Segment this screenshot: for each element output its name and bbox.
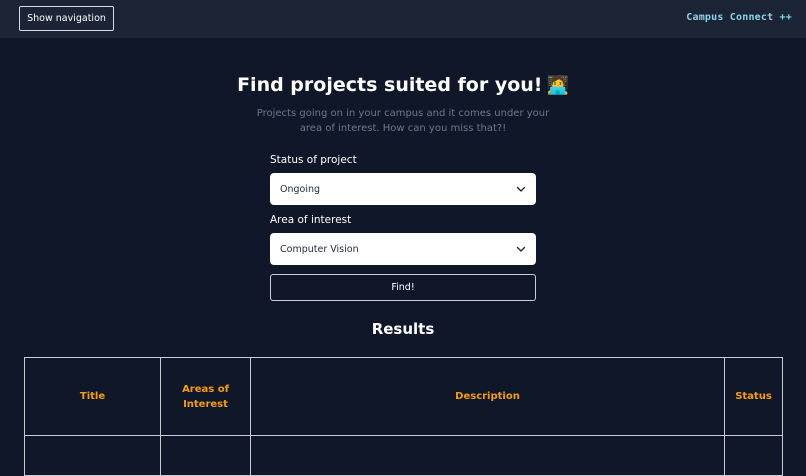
chevron-down-icon <box>516 246 526 252</box>
area-select-value: Computer Vision <box>280 243 359 255</box>
column-header-areas-of-interest: Areas of Interest <box>160 357 251 436</box>
show-navigation-button[interactable]: Show navigation <box>19 6 114 31</box>
status-select-value: Ongoing <box>280 183 321 195</box>
brand-logo-text[interactable]: Campus Connect ++ <box>686 12 792 23</box>
column-header-status: Status <box>724 357 783 436</box>
results-table: Title Areas of Interest Description Stat… <box>24 357 783 476</box>
table-cell <box>724 435 783 476</box>
table-cell <box>250 435 725 476</box>
table-header-row: Title Areas of Interest Description Stat… <box>24 357 783 436</box>
status-select[interactable]: Ongoing <box>270 173 536 205</box>
top-bar: Show navigation Campus Connect ++ <box>0 0 806 38</box>
column-header-description: Description <box>250 357 725 436</box>
status-of-project-label: Status of project <box>270 154 357 166</box>
chevron-down-icon <box>516 186 526 192</box>
page-subtitle: Projects going on in your campus and it … <box>256 108 550 134</box>
find-button[interactable]: Find! <box>270 274 536 301</box>
area-of-interest-select[interactable]: Computer Vision <box>270 233 536 265</box>
column-header-title: Title <box>24 357 161 436</box>
technologist-emoji-icon: 🧑‍💻 <box>546 75 569 96</box>
area-of-interest-label: Area of interest <box>270 214 352 226</box>
table-row <box>24 435 783 476</box>
page-title: Find projects suited for you! 🧑‍💻 <box>0 74 806 96</box>
table-cell <box>160 435 251 476</box>
page-title-text: Find projects suited for you! <box>237 74 543 96</box>
results-heading: Results <box>371 320 435 338</box>
table-cell <box>24 435 161 476</box>
